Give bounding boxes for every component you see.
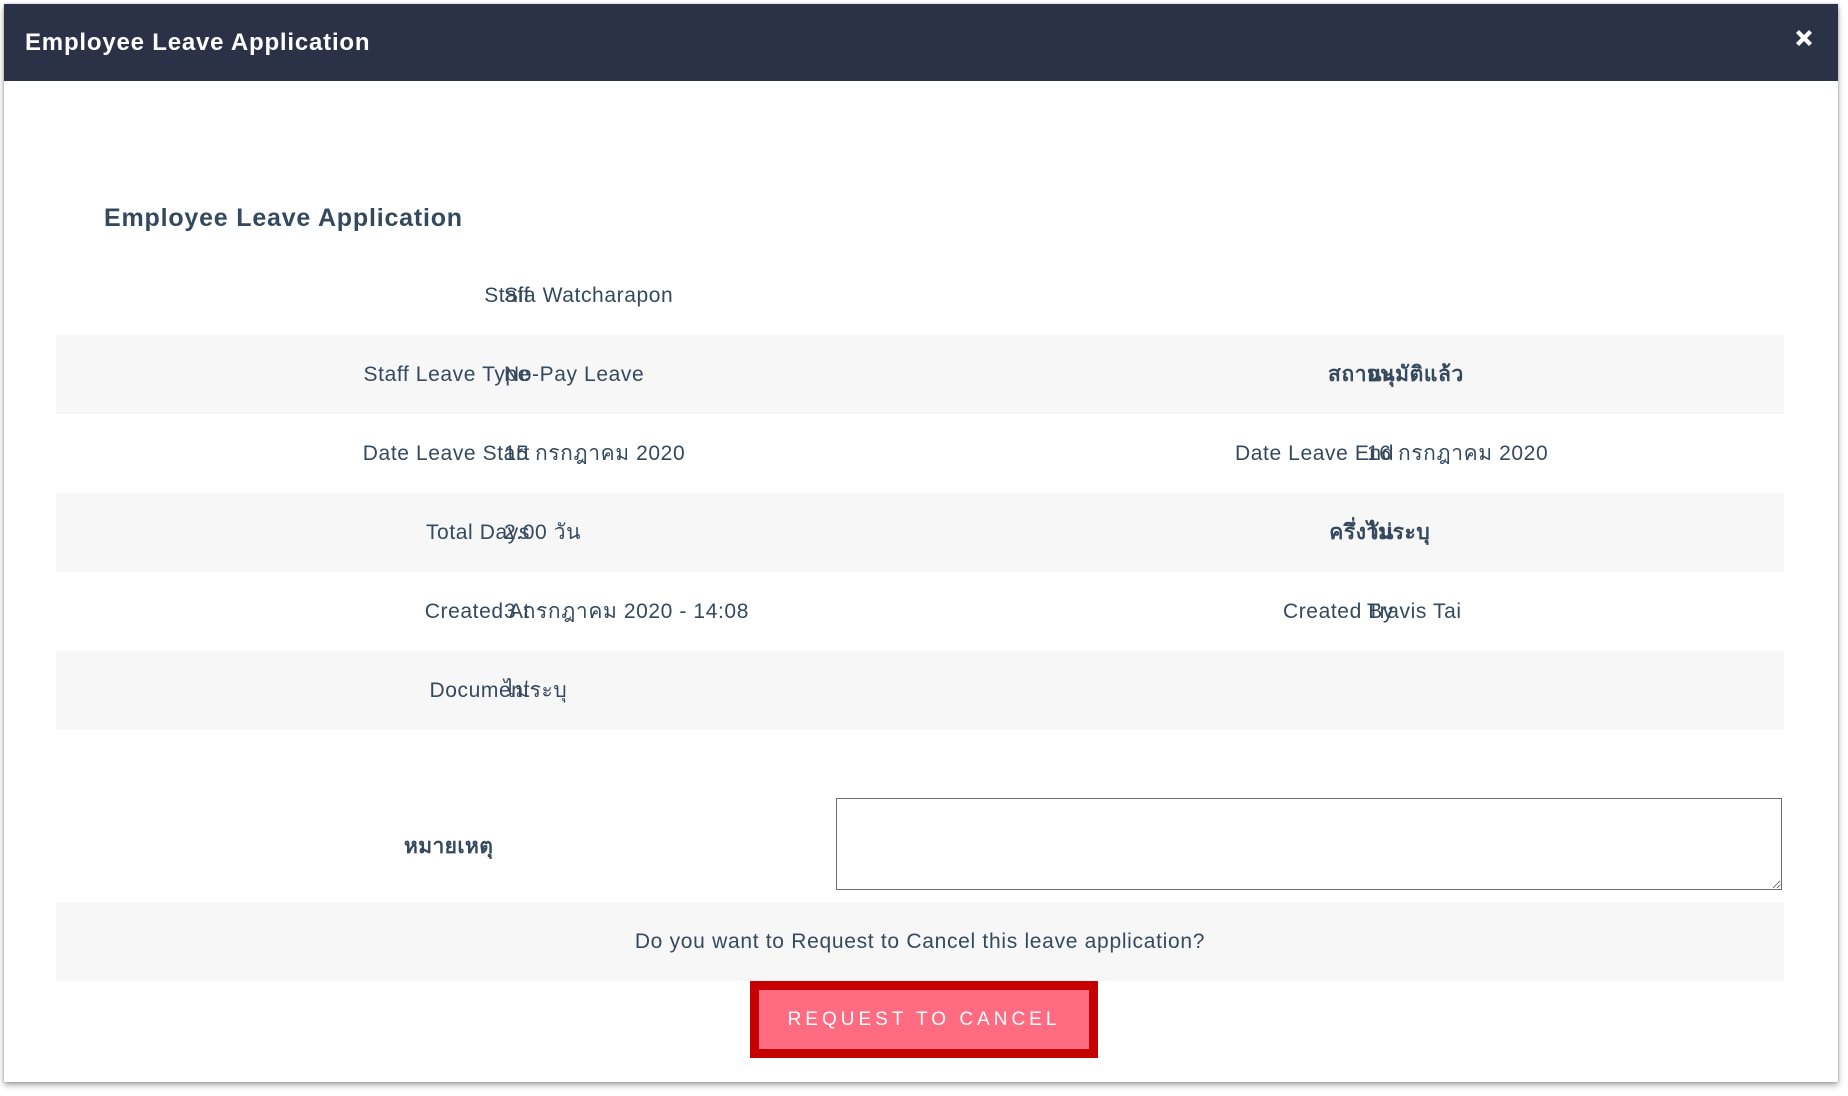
created-at-value: 3 กรกฎาคม 2020 - 14:08 (504, 600, 749, 623)
modal-header: Employee Leave Application (4, 4, 1838, 81)
modal-title: Employee Leave Application (25, 29, 371, 56)
staff-row: Staff Sia Watcharapon (56, 256, 1784, 335)
half-day-value: ไม่ระบุ (1367, 521, 1431, 544)
document-value: ไม่ระบุ (504, 679, 568, 702)
remark-label: หมายเหตุ (404, 835, 494, 858)
close-icon (1796, 30, 1812, 46)
close-button[interactable] (1788, 24, 1820, 56)
leave-application-modal: Employee Leave Application Employee Leav… (4, 4, 1838, 1082)
confirm-row: Do you want to Request to Cancel this le… (56, 902, 1784, 981)
leave-type-value: No-Pay Leave (504, 363, 645, 386)
date-row: Date Leave Start 15 กรกฎาคม 2020 Date Le… (56, 414, 1784, 493)
remark-textarea[interactable] (836, 798, 1782, 890)
created-by-value: Travis Tai (1367, 600, 1462, 623)
created-row: Created At 3 กรกฎาคม 2020 - 14:08 Create… (56, 572, 1784, 651)
leave-type-row: Staff Leave Type No-Pay Leave สถานะ อนุม… (56, 335, 1784, 414)
section-title: Employee Leave Application (104, 204, 463, 232)
date-start-value: 15 กรกฎาคม 2020 (504, 442, 686, 465)
request-cancel-highlight: REQUEST TO CANCEL (750, 981, 1098, 1058)
document-row: Document ไม่ระบุ (56, 651, 1784, 730)
confirm-question: Do you want to Request to Cancel this le… (634, 930, 1206, 953)
total-days-value: 2.00 วัน (504, 521, 582, 544)
status-value: อนุมัติแล้ว (1367, 363, 1464, 386)
total-days-row: Total Days 2.00 วัน ครึ่งวัน ไม่ระบุ (56, 493, 1784, 572)
date-end-value: 16 กรกฎาคม 2020 (1367, 442, 1549, 465)
staff-value: Sia Watcharapon (504, 284, 674, 307)
request-to-cancel-button[interactable]: REQUEST TO CANCEL (756, 987, 1092, 1052)
